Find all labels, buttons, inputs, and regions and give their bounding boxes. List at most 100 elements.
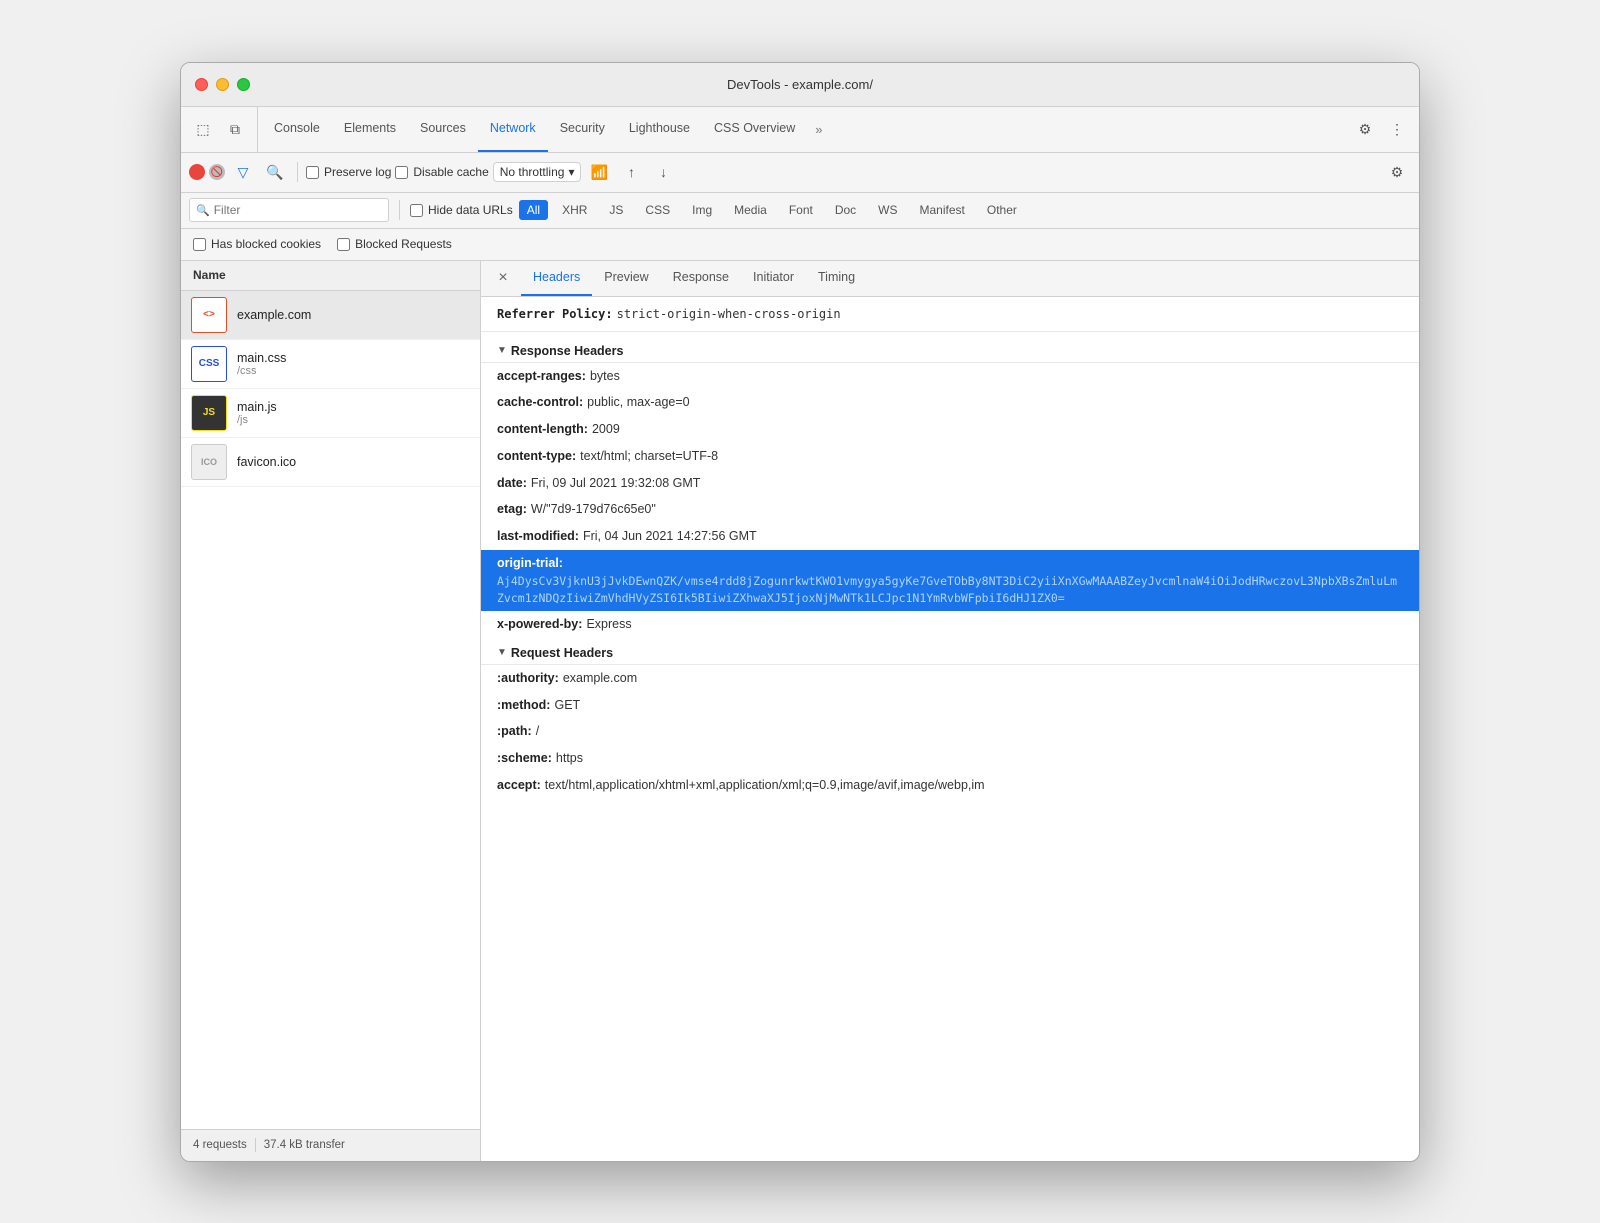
- maximize-button[interactable]: [237, 78, 250, 91]
- filter-type-xhr[interactable]: XHR: [554, 200, 595, 220]
- response-headers-section[interactable]: ▼ Response Headers: [481, 336, 1419, 363]
- header-row-etag: etag: W/"7d9-179d76c65e0": [481, 496, 1419, 523]
- blocked-requests-label[interactable]: Blocked Requests: [337, 237, 452, 251]
- header-row-path: :path: /: [481, 718, 1419, 745]
- filter-type-img[interactable]: Img: [684, 200, 720, 220]
- blocked-requests-checkbox[interactable]: [337, 238, 350, 251]
- hide-data-urls-label[interactable]: Hide data URLs: [410, 203, 513, 217]
- header-row-content-length: content-length: 2009: [481, 416, 1419, 443]
- filter-sep: [399, 200, 400, 220]
- tab-sources[interactable]: Sources: [408, 107, 478, 152]
- chevron-down-icon: ▾: [568, 165, 574, 179]
- hide-data-urls-checkbox[interactable]: [410, 204, 423, 217]
- window-title: DevTools - example.com/: [727, 77, 873, 92]
- tab-timing[interactable]: Timing: [806, 261, 867, 297]
- file-item-css[interactable]: CSS main.css /css: [181, 340, 480, 389]
- filter-type-doc[interactable]: Doc: [827, 200, 864, 220]
- wifi-icon[interactable]: 📶: [585, 158, 613, 186]
- tab-elements[interactable]: Elements: [332, 107, 408, 152]
- header-row-origin-trial[interactable]: origin-trial: Aj4DysCv3VjknU3jJvkDEwnQZK…: [481, 550, 1419, 611]
- preserve-log-checkbox[interactable]: [306, 166, 319, 179]
- close-panel-button[interactable]: ×: [489, 264, 517, 292]
- referrer-policy-key: Referrer Policy:: [497, 305, 613, 323]
- disable-cache-checkbox[interactable]: [395, 166, 408, 179]
- file-name-js: main.js: [237, 400, 277, 414]
- tab-security[interactable]: Security: [548, 107, 617, 152]
- filter-icon[interactable]: ▽: [229, 158, 257, 186]
- file-list-panel: Name <> example.com CSS main.css /css JS…: [181, 261, 481, 1161]
- html-file-icon: <>: [191, 297, 227, 333]
- referrer-policy-val: strict-origin-when-cross-origin: [617, 305, 841, 323]
- main-area: Name <> example.com CSS main.css /css JS…: [181, 261, 1419, 1161]
- request-headers-section[interactable]: ▼ Request Headers: [481, 638, 1419, 665]
- tab-lighthouse[interactable]: Lighthouse: [617, 107, 702, 152]
- upload-icon[interactable]: ↑: [617, 158, 645, 186]
- settings-icon[interactable]: ⚙: [1351, 115, 1379, 143]
- filter-bar: 🔍 Hide data URLs All XHR JS CSS Img Medi…: [181, 193, 1419, 229]
- search-icon[interactable]: 🔍: [261, 158, 289, 186]
- traffic-lights: [195, 78, 250, 91]
- blocked-cookies-label[interactable]: Has blocked cookies: [193, 237, 321, 251]
- filter-type-font[interactable]: Font: [781, 200, 821, 220]
- file-path-js: /js: [237, 414, 277, 426]
- close-button[interactable]: [195, 78, 208, 91]
- device-icon[interactable]: ⧉: [221, 115, 249, 143]
- file-list-footer: 4 requests 37.4 kB transfer: [181, 1129, 480, 1161]
- record-button[interactable]: [189, 164, 205, 180]
- file-name-example: example.com: [237, 308, 311, 322]
- main-tabbar: ⬚ ⧉ Console Elements Sources Network Sec…: [181, 107, 1419, 153]
- tab-headers[interactable]: Headers: [521, 261, 592, 297]
- filter-type-manifest[interactable]: Manifest: [912, 200, 973, 220]
- tab-css-overview[interactable]: CSS Overview: [702, 107, 807, 152]
- headers-panel: × Headers Preview Response Initiator Tim…: [481, 261, 1419, 1161]
- file-item-ico[interactable]: ICO favicon.ico: [181, 438, 480, 487]
- cursor-icon[interactable]: ⬚: [189, 115, 217, 143]
- filter-input-wrap: 🔍: [189, 198, 389, 222]
- filter-type-media[interactable]: Media: [726, 200, 775, 220]
- triangle-icon: ▼: [497, 345, 507, 356]
- file-item-example[interactable]: <> example.com: [181, 291, 480, 340]
- more-options-icon[interactable]: ⋮: [1383, 115, 1411, 143]
- filter-type-all[interactable]: All: [519, 200, 548, 220]
- footer-transfer: 37.4 kB transfer: [264, 1139, 345, 1151]
- devtools-window: DevTools - example.com/ ⬚ ⧉ Console Elem…: [180, 62, 1420, 1162]
- footer-requests: 4 requests: [193, 1139, 247, 1151]
- tab-network[interactable]: Network: [478, 107, 548, 152]
- file-name-ico: favicon.ico: [237, 455, 296, 469]
- tab-overflow[interactable]: »: [807, 107, 830, 152]
- footer-sep: [255, 1138, 256, 1152]
- header-row-accept-ranges: accept-ranges: bytes: [481, 363, 1419, 390]
- filter-type-ws[interactable]: WS: [870, 200, 905, 220]
- header-row-x-powered-by: x-powered-by: Express: [481, 611, 1419, 638]
- header-row-last-modified: last-modified: Fri, 04 Jun 2021 14:27:56…: [481, 523, 1419, 550]
- header-row-content-type: content-type: text/html; charset=UTF-8: [481, 443, 1419, 470]
- network-toolbar: 🚫 ▽ 🔍 Preserve log Disable cache No thro…: [181, 153, 1419, 193]
- toolbar-separator: [297, 162, 298, 182]
- header-row-cache-control: cache-control: public, max-age=0: [481, 389, 1419, 416]
- tab-initiator[interactable]: Initiator: [741, 261, 806, 297]
- filter-type-css[interactable]: CSS: [637, 200, 678, 220]
- blocked-bar: Has blocked cookies Blocked Requests: [181, 229, 1419, 261]
- filter-type-other[interactable]: Other: [979, 200, 1025, 220]
- filter-type-js[interactable]: JS: [601, 200, 631, 220]
- minimize-button[interactable]: [216, 78, 229, 91]
- blocked-cookies-checkbox[interactable]: [193, 238, 206, 251]
- download-icon[interactable]: ↓: [649, 158, 677, 186]
- tab-response[interactable]: Response: [661, 261, 741, 297]
- network-settings-icon[interactable]: ⚙: [1383, 158, 1411, 186]
- file-item-js[interactable]: JS main.js /js: [181, 389, 480, 438]
- disable-cache-label[interactable]: Disable cache: [395, 165, 488, 179]
- tab-preview[interactable]: Preview: [592, 261, 660, 297]
- headers-tabbar: × Headers Preview Response Initiator Tim…: [481, 261, 1419, 297]
- filter-input[interactable]: [214, 203, 382, 217]
- tab-console[interactable]: Console: [262, 107, 332, 152]
- filter-icon-small: 🔍: [196, 204, 210, 217]
- preserve-log-label[interactable]: Preserve log: [306, 165, 391, 179]
- js-file-icon: JS: [191, 395, 227, 431]
- referrer-policy-row: Referrer Policy: strict-origin-when-cros…: [481, 301, 1419, 332]
- header-row-method: :method: GET: [481, 692, 1419, 719]
- stop-button[interactable]: 🚫: [209, 164, 225, 180]
- throttle-select[interactable]: No throttling ▾: [493, 162, 582, 182]
- titlebar: DevTools - example.com/: [181, 63, 1419, 107]
- ico-file-icon: ICO: [191, 444, 227, 480]
